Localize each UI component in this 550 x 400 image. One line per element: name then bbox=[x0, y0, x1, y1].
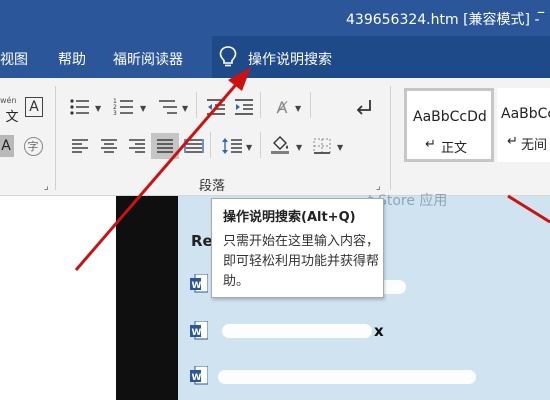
bullets-button[interactable] bbox=[68, 96, 92, 118]
asian-layout-icon: Ⱥ bbox=[276, 97, 288, 117]
align-right-button[interactable] bbox=[125, 135, 149, 157]
svg-text:W: W bbox=[192, 281, 202, 291]
divider bbox=[196, 92, 197, 118]
enclose-characters-icon: 字 bbox=[23, 136, 43, 156]
title-bar: 439656324.htm [兼容模式] - – bbox=[0, 0, 550, 36]
bullets-icon bbox=[70, 99, 89, 115]
show-hide-marks-button[interactable] bbox=[352, 96, 376, 118]
style-sample: AaBbCcDd bbox=[501, 106, 550, 122]
style-sample: AaBbCcDd bbox=[413, 109, 487, 125]
enclose-characters-button[interactable]: 字 bbox=[21, 135, 45, 157]
multilevel-list-button[interactable] bbox=[156, 96, 180, 118]
window-title: 439656324.htm [兼容模式] - bbox=[346, 12, 540, 28]
chevron-down-icon[interactable]: ▼ bbox=[140, 104, 146, 113]
tell-me-tooltip: 操作说明搜索(Alt+Q) 只需开始在这里输入内容，即可轻松利用功能并获得帮助。 bbox=[211, 198, 384, 298]
character-border-button[interactable]: A bbox=[22, 96, 46, 118]
chevron-down-icon[interactable]: ▼ bbox=[295, 104, 301, 113]
align-left-button[interactable] bbox=[68, 135, 92, 157]
font-dialog-launcher[interactable]: ⌟ bbox=[44, 181, 49, 192]
dark-background bbox=[116, 196, 178, 400]
tab-foxit-reader[interactable]: 福昕阅读器 bbox=[113, 49, 183, 69]
blurred-filename bbox=[222, 324, 372, 338]
distributed-button[interactable] bbox=[182, 135, 206, 157]
style-name: 正文 bbox=[441, 141, 468, 156]
paragraph-mark-icon bbox=[356, 100, 371, 115]
style-normal[interactable]: AaBbCcDd ↵ 正文 bbox=[404, 88, 494, 162]
align-left-icon bbox=[72, 139, 88, 153]
numbering-icon: 1 2 3 bbox=[113, 98, 133, 116]
tell-me-label: 操作说明搜索 bbox=[248, 52, 332, 68]
multilevel-list-icon bbox=[159, 100, 177, 114]
group-separator bbox=[390, 86, 391, 190]
character-border-icon: A bbox=[25, 97, 43, 117]
borders-button[interactable] bbox=[310, 135, 334, 157]
increase-indent-icon bbox=[235, 99, 253, 115]
shading-button[interactable] bbox=[268, 133, 292, 155]
divider bbox=[260, 92, 261, 118]
style-no-spacing[interactable]: AaBbCcDd ↵ 无间 bbox=[497, 88, 550, 162]
asian-layout-button[interactable]: Ⱥ bbox=[270, 96, 294, 118]
group-separator bbox=[55, 86, 56, 190]
tell-me-search-box[interactable]: 操作说明搜索 bbox=[212, 36, 550, 78]
lightbulb-icon bbox=[218, 45, 238, 73]
paint-bucket-icon bbox=[271, 136, 289, 154]
divider bbox=[310, 92, 311, 118]
svg-text:W: W bbox=[192, 373, 202, 383]
align-center-icon bbox=[101, 139, 117, 153]
increase-indent-button[interactable] bbox=[232, 96, 256, 118]
distributed-icon bbox=[184, 139, 204, 153]
chevron-down-icon[interactable]: ▼ bbox=[182, 104, 188, 113]
tooltip-body: 只需开始在这里输入内容，即可轻松利用功能并获得帮助。 bbox=[223, 234, 380, 289]
align-center-button[interactable] bbox=[97, 135, 121, 157]
minimize-button[interactable]: – bbox=[537, 2, 545, 21]
divider bbox=[260, 132, 261, 158]
blurred-filename bbox=[218, 370, 476, 384]
recent-heading: Re bbox=[191, 232, 213, 250]
word-doc-icon[interactable]: W bbox=[190, 320, 209, 341]
word-doc-icon[interactable]: W bbox=[190, 365, 209, 386]
character-shading-icon: A bbox=[1, 138, 11, 154]
chevron-down-icon[interactable]: ▼ bbox=[296, 143, 302, 152]
justify-icon bbox=[157, 139, 173, 153]
borders-icon bbox=[313, 138, 331, 154]
ribbon: wén 文 A A 字 ⌟ ▼ 1 2 3 ▼ ▼ Ⱥ ▼ ▼ ▼ ▼ 段落 ⌟… bbox=[0, 78, 550, 196]
numbering-button[interactable]: 1 2 3 bbox=[112, 96, 136, 118]
chevron-down-icon[interactable]: ▼ bbox=[246, 143, 252, 152]
decrease-indent-button[interactable] bbox=[204, 96, 228, 118]
divider bbox=[210, 132, 211, 158]
style-name: 无间 bbox=[521, 138, 548, 153]
tab-help[interactable]: 帮助 bbox=[58, 49, 86, 69]
word-doc-icon[interactable]: W bbox=[190, 273, 209, 294]
align-right-icon bbox=[129, 139, 145, 153]
chevron-down-icon[interactable]: ▼ bbox=[95, 104, 101, 113]
tab-view[interactable]: 视图 bbox=[0, 49, 28, 69]
justify-button[interactable] bbox=[151, 133, 179, 159]
recent-item-text: x bbox=[374, 322, 384, 340]
chevron-down-icon[interactable]: ▼ bbox=[337, 143, 343, 152]
svg-text:W: W bbox=[192, 328, 202, 338]
decrease-indent-icon bbox=[207, 99, 225, 115]
style-mark: ↵ bbox=[507, 134, 518, 149]
line-spacing-icon bbox=[222, 138, 242, 154]
paragraph-group-label: 段落 bbox=[199, 179, 226, 194]
phonetic-guide-button[interactable]: 文 bbox=[0, 104, 24, 126]
ribbon-tab-bar: 视图 帮助 福昕阅读器 操作说明搜索 bbox=[0, 36, 550, 78]
style-mark: ↵ bbox=[425, 137, 436, 152]
svg-text:3: 3 bbox=[113, 110, 117, 116]
tooltip-title: 操作说明搜索(Alt+Q) bbox=[223, 210, 356, 225]
character-shading-button[interactable]: A bbox=[0, 135, 14, 157]
line-spacing-button[interactable] bbox=[220, 135, 244, 157]
